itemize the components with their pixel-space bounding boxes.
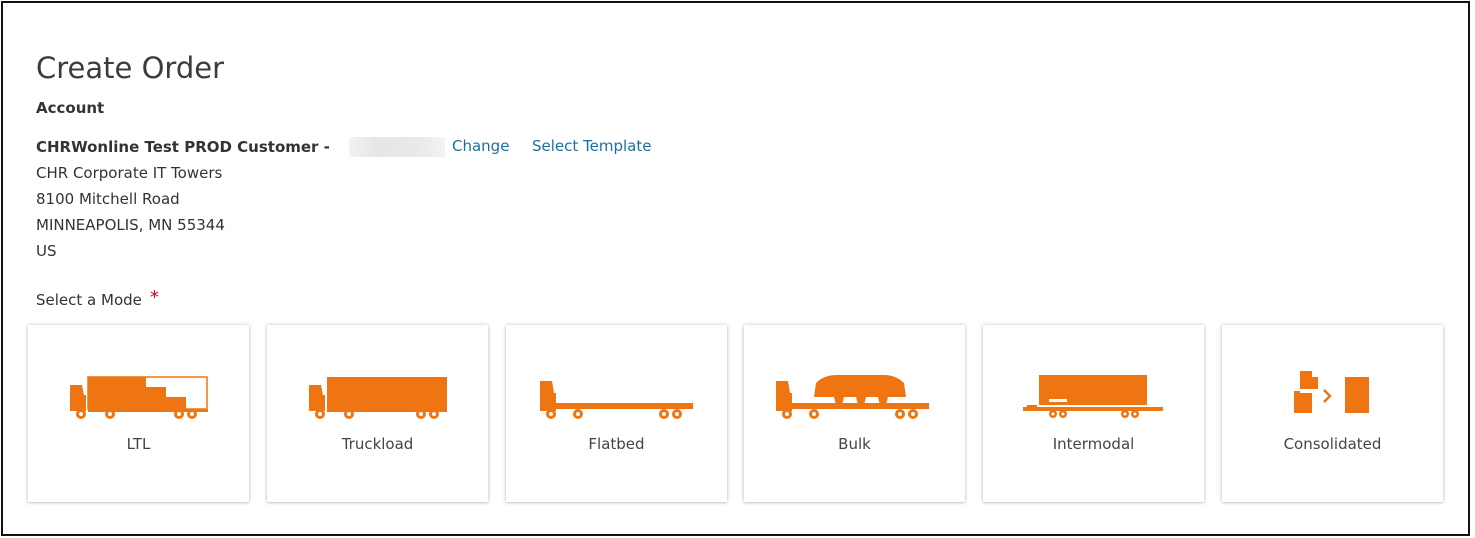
consolidated-icon <box>1294 371 1369 413</box>
page-title: Create Order <box>36 51 224 85</box>
redacted-account-number <box>349 137 445 157</box>
ltl-truck-icon <box>70 376 208 419</box>
mode-label-ltl: LTL <box>126 435 151 453</box>
mode-card-flatbed[interactable]: Flatbed <box>506 325 727 502</box>
mode-label-consolidated: Consolidated <box>1283 435 1382 453</box>
mode-card-ltl[interactable]: LTL <box>28 325 249 502</box>
required-marker: * <box>150 287 159 308</box>
mode-card-bulk[interactable]: Bulk <box>744 325 965 502</box>
account-name: CHRWonline Test PROD Customer - <box>36 138 330 156</box>
mode-card-consolidated[interactable]: Consolidated <box>1222 325 1443 502</box>
select-template-link[interactable]: Select Template <box>532 137 652 155</box>
mode-label-flatbed: Flatbed <box>588 435 645 453</box>
select-mode-label: Select a Mode <box>36 291 142 309</box>
mode-label-bulk: Bulk <box>838 435 871 453</box>
create-order-panel: Create Order Account CHRWonline Test PRO… <box>1 1 1470 536</box>
truckload-icon <box>309 377 447 419</box>
account-label: Account <box>36 99 105 117</box>
mode-card-intermodal[interactable]: Intermodal <box>983 325 1204 502</box>
flatbed-icon <box>540 381 693 419</box>
address-line-4: US <box>36 242 57 260</box>
intermodal-icon <box>1023 375 1163 418</box>
change-account-link[interactable]: Change <box>452 137 509 155</box>
address-line-2: 8100 Mitchell Road <box>36 190 180 208</box>
mode-label-truckload: Truckload <box>341 435 414 453</box>
mode-card-truckload[interactable]: Truckload <box>267 325 488 502</box>
mode-label-intermodal: Intermodal <box>1052 435 1135 453</box>
address-line-1: CHR Corporate IT Towers <box>36 164 223 182</box>
bulk-icon <box>776 375 929 419</box>
address-line-3: MINNEAPOLIS, MN 55344 <box>36 216 225 234</box>
